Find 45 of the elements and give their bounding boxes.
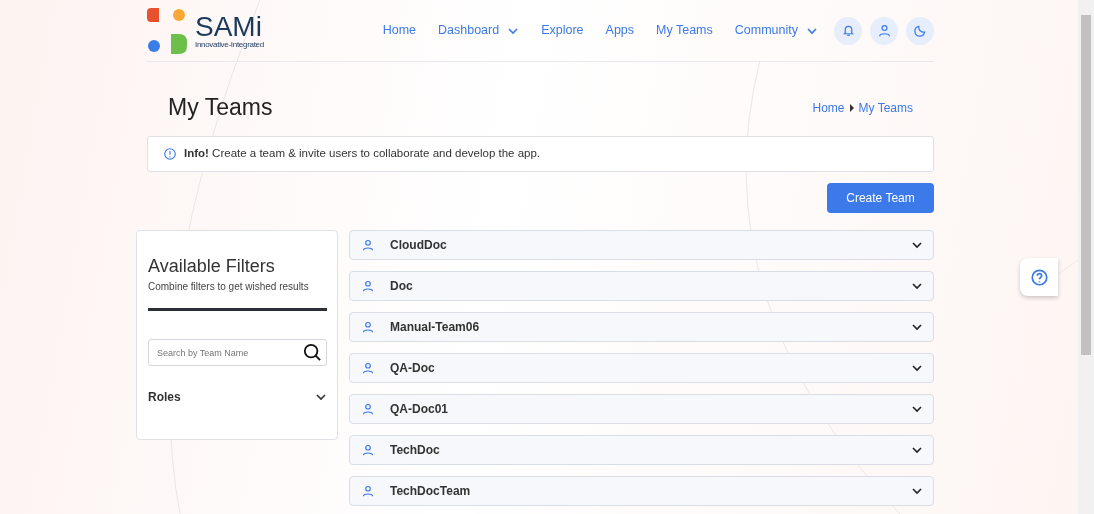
scrollbar[interactable] (1078, 0, 1094, 514)
team-accordion-item[interactable]: QA-Doc (349, 352, 934, 383)
filters-title: Available Filters (148, 256, 276, 277)
team-accordion-item[interactable]: Doc (349, 270, 934, 301)
search-icon (303, 343, 321, 362)
breadcrumb-separator-icon (848, 103, 855, 112)
user-icon (362, 402, 374, 415)
nav-link[interactable]: Explore (541, 21, 584, 40)
theme-toggle-button[interactable] (906, 16, 934, 45)
help-icon (1030, 268, 1048, 286)
user-icon (362, 320, 374, 333)
create-team-button[interactable]: Create Team (827, 182, 934, 213)
nav-link[interactable]: Apps (605, 21, 635, 40)
breadcrumb-link[interactable]: Home (812, 98, 845, 117)
notifications-button[interactable] (834, 16, 862, 45)
filters-subtitle: Combine filters to get wished results (148, 280, 310, 295)
user-icon (877, 24, 891, 37)
search-field[interactable]: Search by Team Name (148, 339, 327, 367)
help-button[interactable] (1020, 258, 1058, 296)
user-icon (362, 443, 374, 456)
info-icon (164, 147, 176, 160)
team-accordion-item[interactable]: CloudDoc (349, 229, 934, 260)
nav-link[interactable]: Community (734, 21, 818, 40)
logo-name: SAMi (195, 12, 263, 41)
team-accordion-item[interactable]: QA-Doc01 (349, 393, 934, 424)
user-icon (362, 484, 374, 497)
team-accordion-item[interactable]: TechDocTeam (349, 475, 934, 506)
info-message: Info! Create a team & invite users to collaborate and develop the app. (184, 145, 541, 161)
page-title: My Teams (168, 94, 273, 122)
team-accordion-item[interactable]: Manual-Team06 (349, 311, 934, 342)
moon-icon (913, 24, 927, 37)
nav-link[interactable]: My Teams (656, 21, 713, 40)
nav-link[interactable]: Home (382, 21, 416, 40)
user-icon (362, 279, 374, 292)
nav-link[interactable]: Dashboard (438, 21, 520, 40)
logo-tagline: Innovative-Integrated (195, 40, 264, 49)
user-icon (362, 238, 374, 251)
team-accordion-item[interactable]: TechDoc (349, 434, 934, 465)
logo[interactable]: SAMi Innovative-Integrated (147, 7, 264, 54)
user-icon (362, 361, 374, 374)
filter-section-toggle[interactable]: Roles (148, 388, 327, 407)
bell-icon (841, 24, 855, 37)
breadcrumb-link[interactable]: My Teams (858, 98, 913, 117)
logo-icon (147, 7, 187, 54)
profile-button[interactable] (870, 16, 898, 45)
